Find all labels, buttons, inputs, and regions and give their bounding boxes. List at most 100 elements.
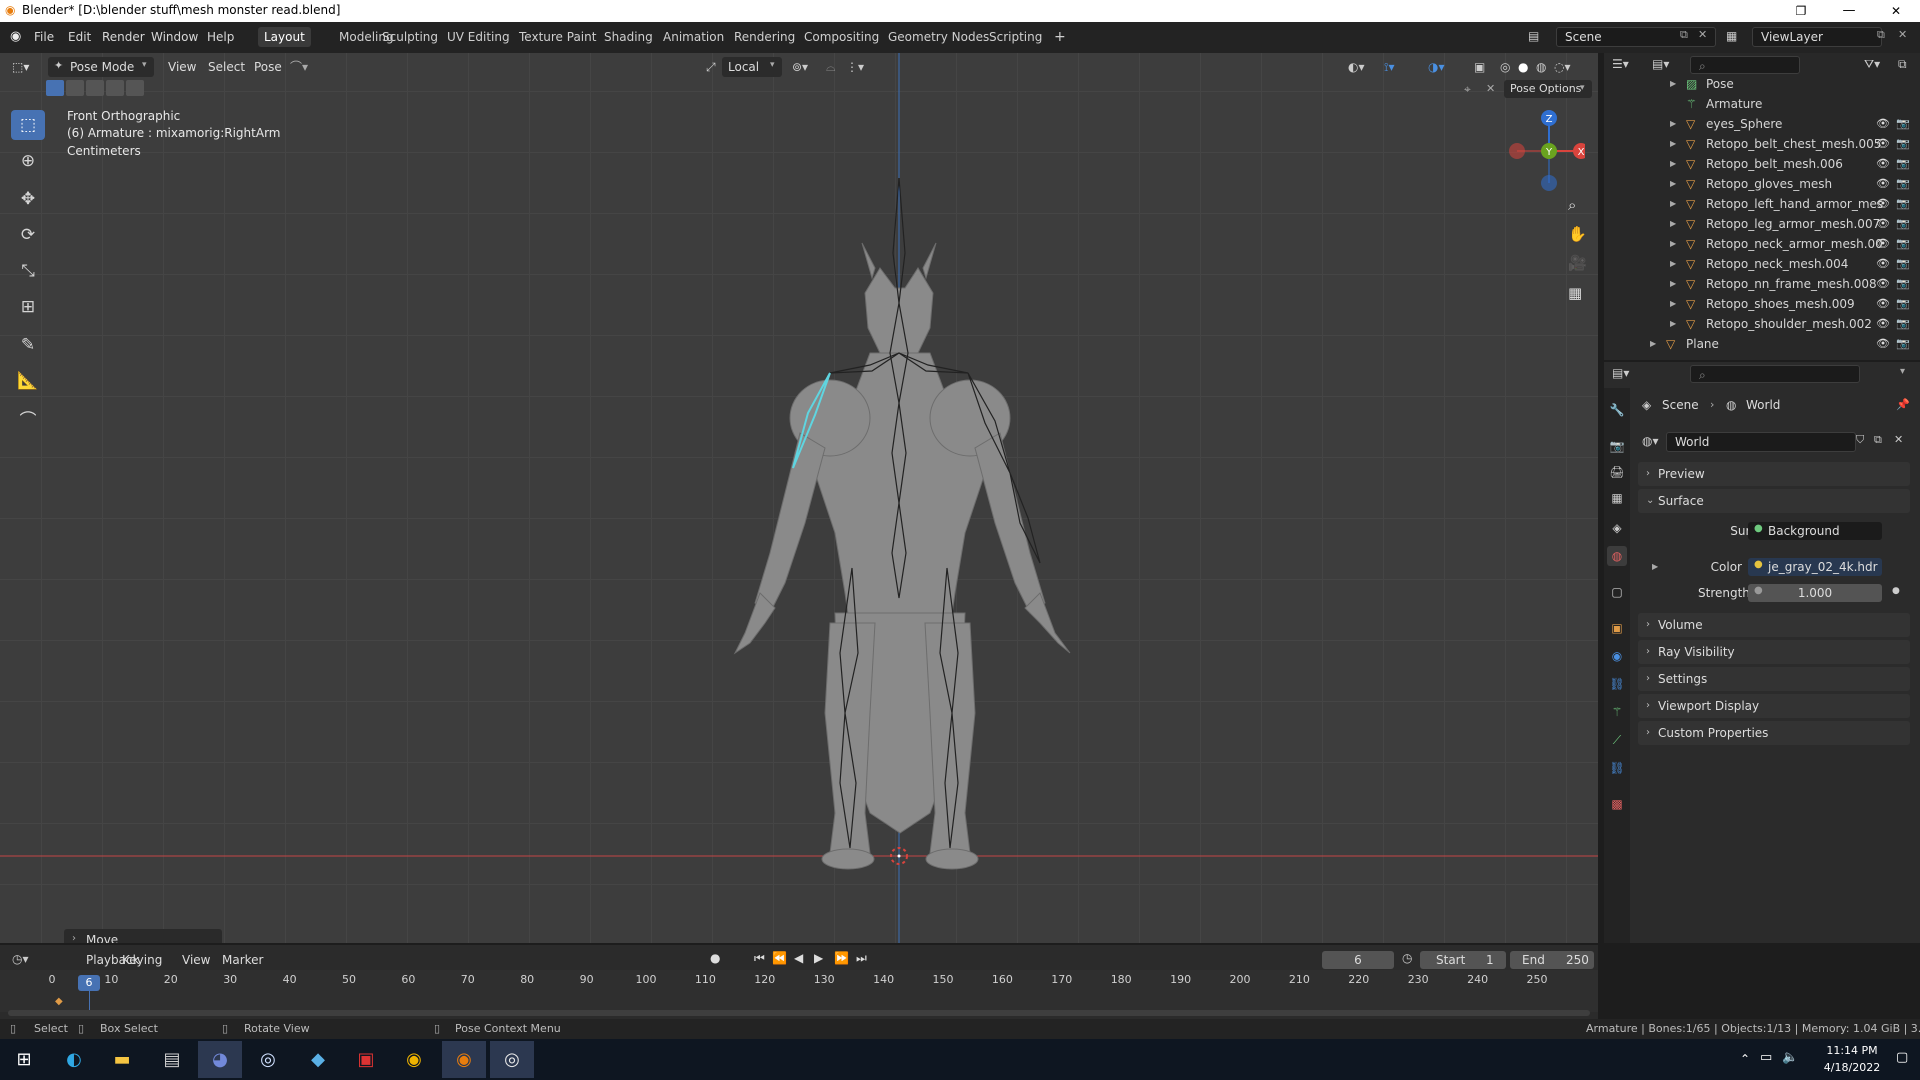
- panel-viewport-display[interactable]: › Viewport Display: [1638, 694, 1910, 718]
- tool-measure[interactable]: 📐: [11, 366, 45, 396]
- world-name-field[interactable]: World: [1666, 432, 1856, 452]
- display-mode-icon[interactable]: ▤▾: [1652, 57, 1669, 71]
- expand-arrow-icon[interactable]: ▶: [1650, 334, 1656, 354]
- game-launcher-icon[interactable]: ◆: [296, 1041, 340, 1078]
- render-camera-icon[interactable]: 📷: [1896, 254, 1910, 274]
- texture-tab-icon[interactable]: ▩: [1607, 794, 1627, 814]
- outliner-row-belt[interactable]: ▶ ▽ Retopo_belt_mesh.006 👁 📷: [1604, 154, 1920, 174]
- taskbar-date[interactable]: 4/18/2022: [1810, 1061, 1894, 1074]
- tab-scripting[interactable]: Scripting: [983, 27, 1048, 47]
- expand-arrow-icon[interactable]: ▶: [1670, 274, 1676, 294]
- tab-uv-editing[interactable]: UV Editing: [441, 27, 516, 47]
- render-camera-icon[interactable]: 📷: [1896, 334, 1910, 354]
- filter-icon[interactable]: ⛛▾: [1864, 57, 1880, 72]
- visibility-icon[interactable]: ◐▾: [1348, 57, 1365, 77]
- play-icon[interactable]: ▶: [814, 951, 823, 965]
- ortho-grid-icon[interactable]: ▦: [1568, 284, 1582, 302]
- select-subtract-icon[interactable]: [86, 80, 104, 96]
- outliner-row-pose[interactable]: ▶ ▨ Pose: [1604, 74, 1920, 94]
- menu-marker[interactable]: Marker: [222, 953, 263, 967]
- record-icon[interactable]: ●: [710, 951, 720, 965]
- panel-preview[interactable]: › Preview: [1638, 462, 1910, 486]
- overlay-icon[interactable]: ◑▾: [1428, 57, 1445, 77]
- solid-shading-icon[interactable]: ●: [1518, 57, 1528, 77]
- keyframe-diamond-icon[interactable]: ◆: [55, 996, 63, 1007]
- tab-shading[interactable]: Shading: [598, 27, 659, 47]
- output-tab-icon[interactable]: 🖨: [1607, 462, 1627, 482]
- tool-scale[interactable]: ⤡: [11, 256, 45, 286]
- gizmo-icon[interactable]: ⟟▾: [1384, 57, 1395, 77]
- notification-icon[interactable]: ▢: [1896, 1050, 1908, 1065]
- new-scene-icon[interactable]: ⧉: [1680, 28, 1688, 42]
- pan-hand-icon[interactable]: ✋: [1568, 225, 1587, 243]
- chrome-icon[interactable]: ◉: [392, 1041, 436, 1078]
- eye-icon[interactable]: 👁: [1876, 194, 1890, 214]
- panel-surface[interactable]: ⌄ Surface: [1638, 489, 1910, 513]
- eye-icon[interactable]: 👁: [1876, 234, 1890, 254]
- render-camera-icon[interactable]: 📷: [1896, 134, 1910, 154]
- outliner-row-neck[interactable]: ▶ ▽ Retopo_neck_mesh.004 👁 📷: [1604, 254, 1920, 274]
- menu-select[interactable]: Select: [208, 57, 245, 77]
- discord-icon[interactable]: ◕: [198, 1041, 242, 1078]
- scene-field[interactable]: Scene: [1556, 27, 1716, 47]
- xray-icon[interactable]: ▣: [1474, 57, 1485, 77]
- menu-view[interactable]: View: [168, 57, 196, 77]
- expand-arrow-icon[interactable]: ▶: [1652, 562, 1658, 571]
- fake-user-icon[interactable]: ⛉: [1856, 433, 1864, 447]
- render-camera-icon[interactable]: 📷: [1896, 234, 1910, 254]
- expand-arrow-icon[interactable]: ▶: [1670, 254, 1676, 274]
- tool-select-box[interactable]: ⬚: [11, 110, 45, 140]
- transform-orientation-dropdown[interactable]: Local ▾: [722, 57, 782, 77]
- expand-arrow-icon[interactable]: ▶: [1670, 314, 1676, 334]
- tab-texture-paint[interactable]: Texture Paint: [513, 27, 602, 47]
- expand-arrow-icon[interactable]: ▶: [1670, 214, 1676, 234]
- pose-tools-icon[interactable]: ⌒▾: [290, 57, 308, 77]
- bone-constraints-tab-icon[interactable]: ⛓: [1607, 758, 1627, 778]
- jump-keyframe-back-icon[interactable]: ⏪: [772, 951, 787, 965]
- material-shading-icon[interactable]: ◍: [1536, 57, 1546, 77]
- camera-view-icon[interactable]: 🎥: [1568, 254, 1587, 272]
- zoom-icon[interactable]: ⌕: [1568, 196, 1576, 214]
- render-camera-icon[interactable]: 📷: [1896, 294, 1910, 314]
- collection-tab-icon[interactable]: ▢: [1607, 582, 1627, 602]
- render-tab-icon[interactable]: 📷: [1607, 436, 1627, 456]
- snap-target-icon[interactable]: ⋮▾: [846, 57, 864, 77]
- eye-icon[interactable]: 👁: [1876, 154, 1890, 174]
- tool-pose-relax[interactable]: ⌒: [11, 406, 45, 436]
- delete-scene-icon[interactable]: ✕: [1698, 28, 1707, 41]
- close-window-button[interactable]: ✕: [1872, 0, 1920, 22]
- keyframe-dot-icon[interactable]: ●: [1892, 586, 1900, 596]
- new-world-icon[interactable]: ⧉: [1874, 433, 1882, 447]
- properties-search-input[interactable]: ⌕: [1690, 365, 1860, 383]
- blender-menu-icon[interactable]: ◉: [10, 29, 21, 44]
- jump-keyframe-forward-icon[interactable]: ⏩: [834, 951, 849, 965]
- eye-icon[interactable]: 👁: [1876, 114, 1890, 134]
- scene-selector-icon[interactable]: ▤: [1528, 29, 1539, 43]
- eye-icon[interactable]: 👁: [1876, 294, 1890, 314]
- steam-icon[interactable]: ◎: [246, 1041, 290, 1078]
- last-operator-panel[interactable]: › Move: [64, 929, 222, 943]
- play-reverse-icon[interactable]: ◀: [794, 951, 803, 965]
- panel-volume[interactable]: › Volume: [1638, 613, 1910, 637]
- new-view-layer-icon[interactable]: ⧉: [1877, 28, 1885, 42]
- strength-field[interactable]: ● 1.000: [1748, 584, 1882, 602]
- delete-view-layer-icon[interactable]: ✕: [1898, 28, 1907, 41]
- select-intersect-icon[interactable]: [126, 80, 144, 96]
- tab-sculpting[interactable]: Sculpting: [376, 27, 444, 47]
- eye-icon[interactable]: 👁: [1876, 274, 1890, 294]
- scene-tab-icon[interactable]: ◈: [1607, 518, 1627, 538]
- eye-icon[interactable]: 👁: [1876, 314, 1890, 334]
- render-camera-icon[interactable]: 📷: [1896, 194, 1910, 214]
- tool-annotate[interactable]: ✎: [11, 330, 45, 360]
- menu-window[interactable]: Window: [151, 30, 198, 44]
- select-invert-icon[interactable]: [106, 80, 124, 96]
- tab-geometry-nodes[interactable]: Geometry Nodes: [882, 27, 995, 47]
- view-layer-selector-icon[interactable]: ▦: [1726, 29, 1737, 43]
- tool-move[interactable]: ✥: [11, 184, 45, 214]
- view-layer-tab-icon[interactable]: ▦: [1607, 488, 1627, 508]
- physics-tab-icon[interactable]: ◉: [1607, 646, 1627, 666]
- outliner-row-shoulder[interactable]: ▶ ▽ Retopo_shoulder_mesh.002 👁 📷: [1604, 314, 1920, 334]
- restore-button[interactable]: ❐: [1778, 0, 1824, 22]
- file-explorer-icon[interactable]: ▬: [100, 1041, 144, 1078]
- expand-arrow-icon[interactable]: ▶: [1670, 134, 1676, 154]
